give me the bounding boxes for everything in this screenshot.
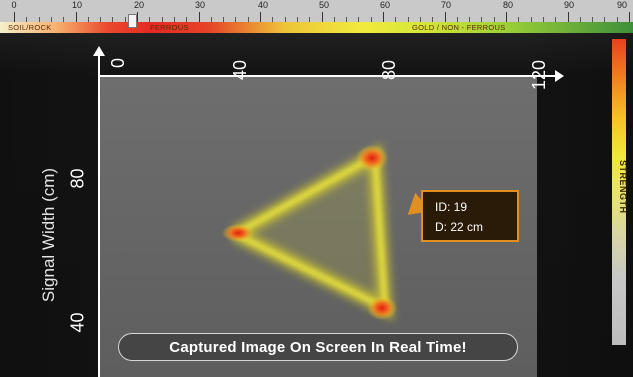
scale-tick xyxy=(321,12,323,22)
hotspot-bottom xyxy=(367,296,397,320)
caption-banner: Captured Image On Screen In Real Time! xyxy=(118,333,518,361)
y-axis-arrow-icon xyxy=(93,46,105,56)
x-tick-40: 40 xyxy=(230,59,250,80)
target-id-value: ID: 19 xyxy=(435,200,468,214)
scale-tick xyxy=(260,12,261,22)
segment-label-ferrous: FERROUS xyxy=(150,23,189,32)
triangle-fill-glow xyxy=(235,156,385,308)
target-info-box: ID: 19 D: 22 cm xyxy=(421,190,519,242)
discrimination-scale-ruler: 0 10 20 30 40 50 60 70 80 90 90 xyxy=(0,0,633,23)
scale-tick xyxy=(14,12,15,22)
scale-number-10: 10 xyxy=(71,0,83,10)
target-depth-value: D: 22 cm xyxy=(435,220,484,234)
scale-number-20: 20 xyxy=(133,0,145,10)
y-tick-80: 80 xyxy=(67,168,88,189)
scale-number-40: 40 xyxy=(257,0,269,10)
scale-number-90: 90 xyxy=(563,0,575,10)
scale-number-70: 70 xyxy=(440,0,452,10)
x-tick-80: 80 xyxy=(379,59,399,80)
hotspot-top xyxy=(356,145,388,171)
scale-number-end: 90 xyxy=(616,0,628,10)
hotspot-left xyxy=(222,224,254,242)
x-tick-120: 120 xyxy=(529,59,549,90)
scale-tick xyxy=(444,12,446,22)
scale-tick xyxy=(75,12,77,22)
scale-tick xyxy=(383,12,384,22)
x-tick-0: 0 xyxy=(108,57,128,68)
scale-tick xyxy=(198,12,200,22)
x-axis-line xyxy=(98,75,558,77)
y-tick-40: 40 xyxy=(67,312,88,333)
discrimination-marker-handle[interactable] xyxy=(128,14,137,28)
scale-number-30: 30 xyxy=(194,0,206,10)
scale-tick xyxy=(506,12,507,22)
scale-number-0: 0 xyxy=(11,0,17,10)
x-axis-arrow-icon xyxy=(555,70,564,82)
metal-detector-display: 0 10 20 30 40 50 60 70 80 90 90 SOIL/ROC… xyxy=(0,0,633,377)
strength-label: STRENGTH xyxy=(618,160,628,214)
scale-number-50: 50 xyxy=(318,0,330,10)
scale-number-60: 60 xyxy=(379,0,391,10)
scale-tick xyxy=(629,12,630,22)
segment-label-soil-rock: SOIL/ROCK xyxy=(8,23,52,32)
caption-banner-text: Captured Image On Screen In Real Time! xyxy=(169,338,467,356)
segment-label-gold-non-ferrous: GOLD / NON - FERROUS xyxy=(412,23,506,32)
scale-number-80: 80 xyxy=(502,0,514,10)
y-axis-line xyxy=(98,56,100,377)
scale-tick xyxy=(137,12,138,22)
discrimination-color-band: SOIL/ROCK FERROUS GOLD / NON - FERROUS xyxy=(0,22,633,33)
scale-tick xyxy=(567,12,569,22)
y-axis-label: Signal Width (cm) xyxy=(39,167,58,303)
